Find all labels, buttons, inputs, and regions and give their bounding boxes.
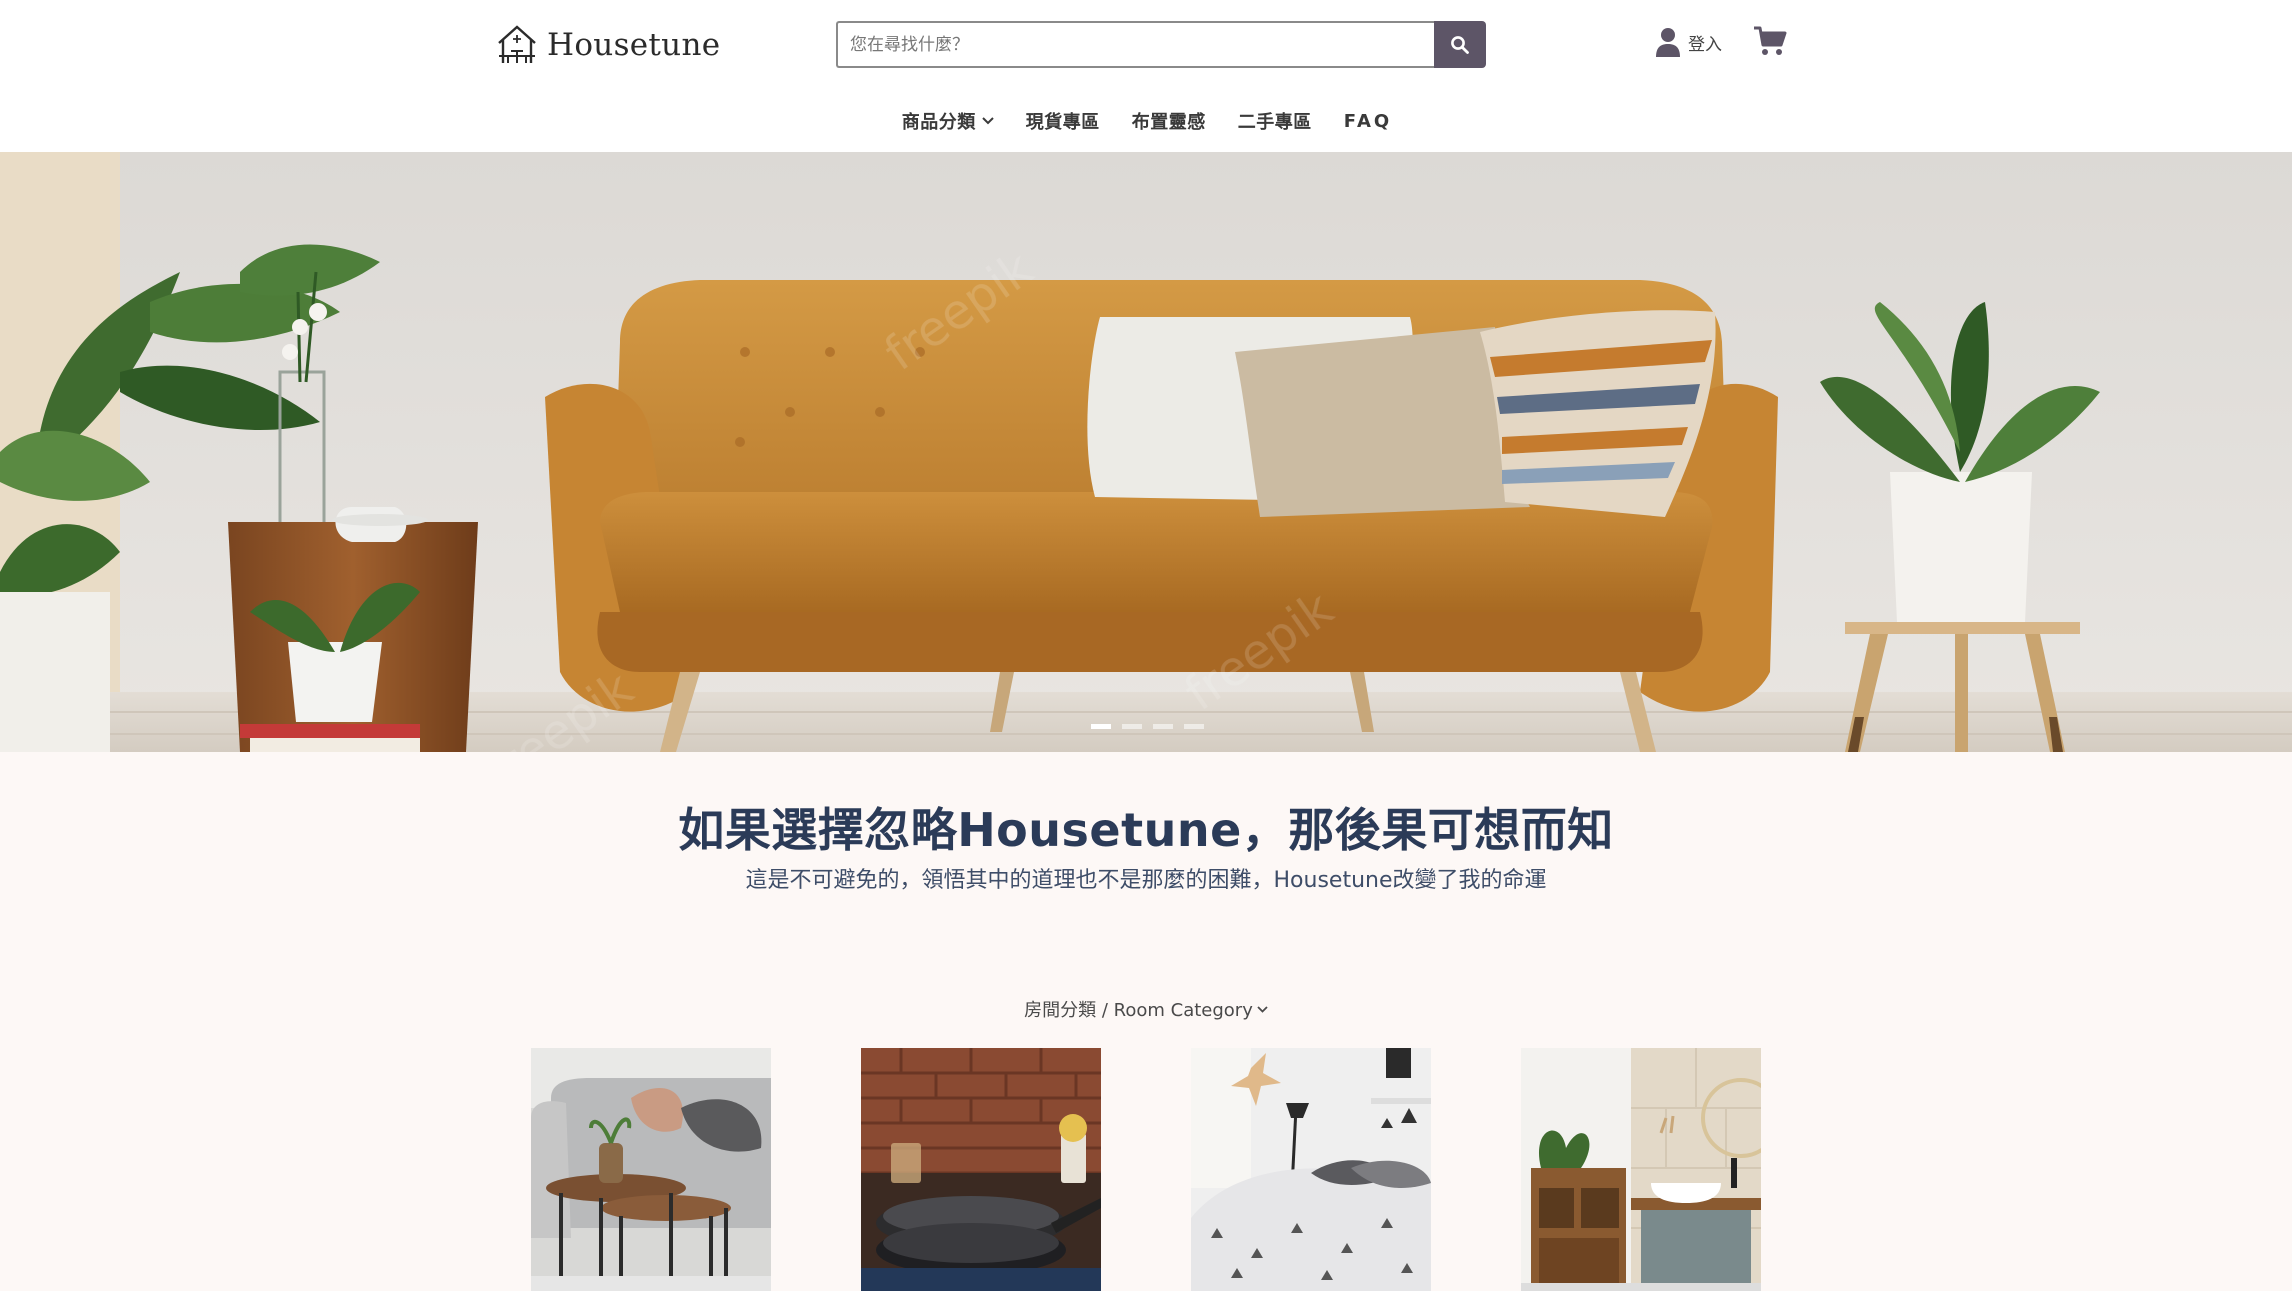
nav-item-label: 商品分類 bbox=[901, 112, 976, 133]
search-input[interactable] bbox=[836, 21, 1434, 68]
main-nav: 商品分類 現貨專區 布置靈感 二手專區 FAQ bbox=[0, 108, 2292, 134]
search-bar bbox=[836, 21, 1486, 68]
bedroom-photo bbox=[1191, 1048, 1431, 1291]
room-card-bedroom[interactable] bbox=[1191, 1048, 1431, 1291]
room-card-living-room[interactable] bbox=[531, 1048, 771, 1291]
bathroom-photo bbox=[1521, 1048, 1761, 1291]
carousel-dot-1[interactable] bbox=[1091, 724, 1111, 729]
room-category-dropdown[interactable]: 房間分類 / Room Category bbox=[0, 996, 2292, 1022]
intro-subline: 這是不可避免的，領悟其中的道理也不是那麼的困難，Housetune改變了我的命運 bbox=[745, 868, 1547, 893]
carousel-dot-4[interactable] bbox=[1184, 724, 1204, 729]
site-header: Housetune 登入 商 bbox=[0, 0, 2292, 152]
nav-item-faq[interactable]: FAQ bbox=[1344, 108, 1392, 134]
intro-section: 如果選擇忽略Housetune，那後果可想而知 這是不可避免的，領悟其中的道理也… bbox=[0, 752, 2292, 1291]
house-logo-icon bbox=[498, 25, 536, 63]
carousel-dot-3[interactable] bbox=[1153, 724, 1173, 729]
nav-item-label: FAQ bbox=[1343, 110, 1393, 132]
login-link[interactable]: 登入 bbox=[1654, 26, 1722, 58]
brand-name: Housetune bbox=[547, 27, 721, 63]
kitchen-photo bbox=[861, 1048, 1101, 1291]
page: Housetune 登入 商 bbox=[0, 0, 2292, 1291]
user-icon bbox=[1656, 28, 1680, 57]
nav-item-inspiration[interactable]: 布置靈感 bbox=[1132, 108, 1206, 134]
room-card-bathroom[interactable] bbox=[1521, 1048, 1761, 1291]
hero-sofa-image: freepik freepik freepik bbox=[0, 152, 2292, 752]
room-category-label: 房間分類 / Room Category bbox=[1024, 1000, 1253, 1021]
nav-item-label: 二手專區 bbox=[1237, 112, 1312, 133]
chevron-down-icon bbox=[1257, 1005, 1268, 1013]
chevron-down-icon bbox=[982, 117, 994, 125]
login-label: 登入 bbox=[1688, 34, 1722, 55]
nav-item-second-hand[interactable]: 二手專區 bbox=[1238, 108, 1312, 134]
shopping-cart-icon[interactable] bbox=[1753, 24, 1787, 58]
carousel-dot-2[interactable] bbox=[1122, 724, 1142, 729]
hero-carousel[interactable]: freepik freepik freepik bbox=[0, 152, 2292, 752]
room-card-kitchen[interactable] bbox=[861, 1048, 1101, 1291]
nav-item-in-stock[interactable]: 現貨專區 bbox=[1026, 108, 1100, 134]
living-room-photo bbox=[531, 1048, 771, 1291]
search-button[interactable] bbox=[1434, 21, 1486, 68]
intro-headline: 如果選擇忽略Housetune，那後果可想而知 bbox=[678, 803, 1614, 857]
search-icon bbox=[1451, 35, 1469, 54]
room-category-list bbox=[531, 1048, 1761, 1291]
nav-item-categories[interactable]: 商品分類 bbox=[902, 108, 994, 134]
carousel-indicators bbox=[1091, 724, 1204, 729]
nav-item-label: 現貨專區 bbox=[1025, 112, 1100, 133]
nav-item-label: 布置靈感 bbox=[1131, 112, 1206, 133]
brand-logo[interactable]: Housetune bbox=[495, 22, 720, 68]
